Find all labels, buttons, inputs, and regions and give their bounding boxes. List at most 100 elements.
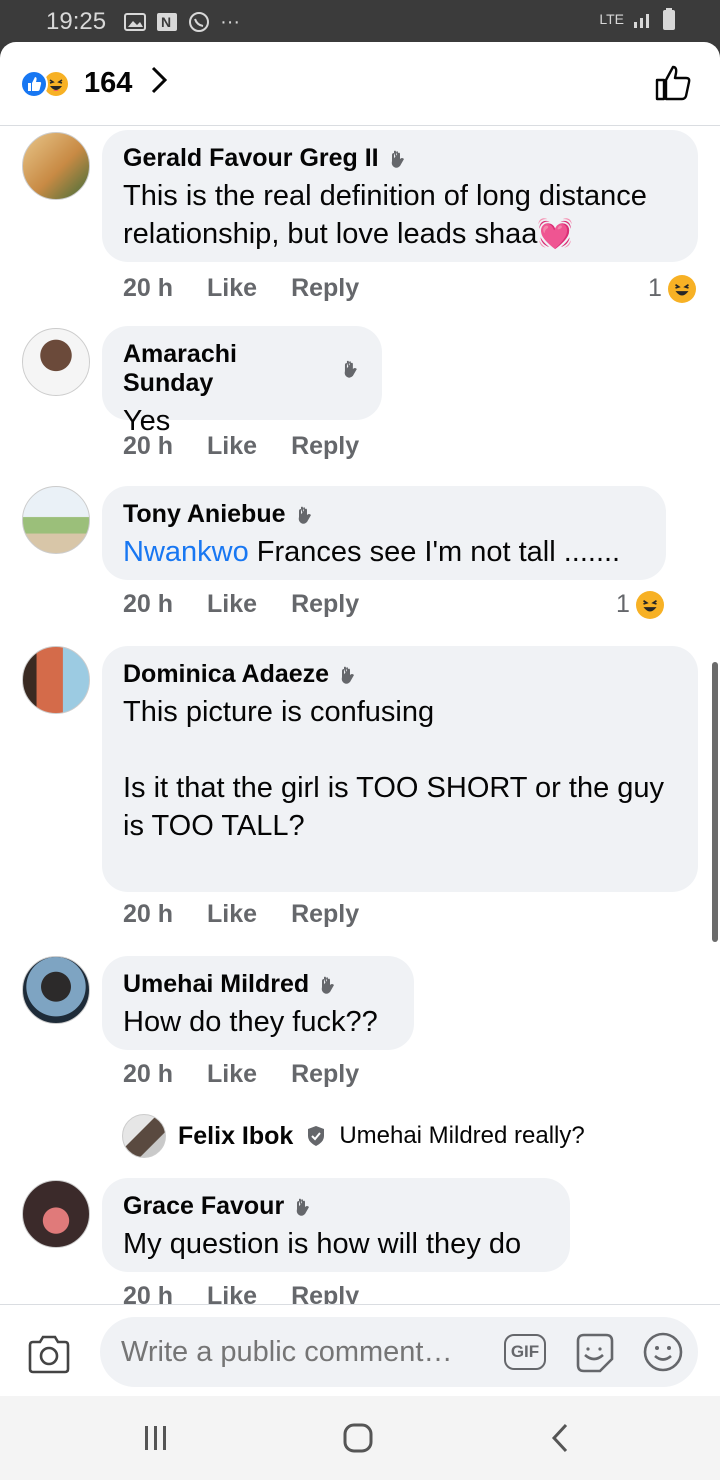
comment-composer: GIF <box>0 1304 720 1396</box>
comment-time[interactable]: 20 h <box>123 432 173 461</box>
fan-badge-icon <box>391 150 404 168</box>
camera-icon[interactable] <box>26 1333 72 1375</box>
comment-author[interactable]: Tony Aniebue <box>123 500 646 529</box>
comment-author[interactable]: Gerald Favour Greg II <box>123 144 678 173</box>
like-button[interactable]: Like <box>207 590 257 619</box>
avatar[interactable] <box>22 486 90 554</box>
comment-author[interactable]: Grace Favour <box>123 1192 550 1221</box>
comment-actions: 20 h Like Reply <box>123 432 359 461</box>
comment-bubble: Umehai Mildred How do they fuck?? <box>102 956 414 1050</box>
author-name[interactable]: Dominica Adaeze <box>123 660 329 689</box>
comment-actions: 20 h Like Reply <box>123 274 359 303</box>
like-button[interactable]: Like <box>207 900 257 929</box>
comment-bubble: Grace Favour My question is how will the… <box>102 1178 570 1272</box>
news-app-icon: N <box>157 13 178 31</box>
comment-text-body: Frances see I'm not tall ....... <box>248 536 621 568</box>
status-bar: 19:25 N ··· LTE <box>0 0 720 44</box>
author-name[interactable]: Umehai Mildred <box>123 970 309 999</box>
author-name[interactable]: Grace Favour <box>123 1192 284 1221</box>
battery-icon <box>663 8 675 30</box>
comment-bubble: Dominica Adaeze This picture is confusin… <box>102 646 698 892</box>
comment-text: My question is how will they do <box>123 1228 522 1260</box>
avatar[interactable] <box>22 1180 90 1248</box>
signal-icon <box>634 14 649 28</box>
comment-actions: 20 h Like Reply <box>123 1282 359 1304</box>
like-button[interactable]: Like <box>207 274 257 303</box>
avatar[interactable] <box>122 1114 166 1158</box>
mention-link[interactable]: Nwankwo <box>123 536 249 568</box>
comment-actions: 20 h Like Reply <box>123 590 359 619</box>
comment-bubble: Amarachi Sunday Yes <box>102 326 382 437</box>
author-name[interactable]: Tony Aniebue <box>123 500 286 529</box>
comment-time[interactable]: 20 h <box>123 590 173 619</box>
avatar[interactable] <box>22 328 90 396</box>
like-button[interactable]: Like <box>207 1282 257 1304</box>
comment-time[interactable]: 20 h <box>123 274 173 303</box>
status-time: 19:25 <box>46 8 107 35</box>
scrollbar[interactable] <box>712 662 718 942</box>
svg-text:N: N <box>161 14 171 30</box>
reply-button[interactable]: Reply <box>291 432 359 461</box>
like-button[interactable]: Like <box>207 1060 257 1089</box>
comment-time[interactable]: 20 h <box>123 1282 173 1304</box>
comment-bubble: Tony Aniebue Nwankwo Frances see I'm not… <box>102 486 666 580</box>
comment-text: Nwankwo Frances see I'm not tall ....... <box>123 533 646 571</box>
comment-reactions[interactable]: 1 <box>648 274 696 303</box>
fan-badge-icon <box>344 360 358 378</box>
like-post-icon[interactable] <box>654 64 692 102</box>
comments-sheet: 164 Gerald Favour Greg II This is the re… <box>0 42 720 1396</box>
comment-author[interactable]: Dominica Adaeze <box>123 660 678 689</box>
whatsapp-icon <box>189 12 210 32</box>
comment-input[interactable] <box>121 1335 481 1369</box>
comments-list: Gerald Favour Greg II This is the real d… <box>0 128 720 1304</box>
author-name[interactable]: Gerald Favour Greg II <box>123 144 379 173</box>
sticker-icon[interactable] <box>572 1331 616 1375</box>
like-reaction-icon <box>20 69 48 98</box>
comment-text: How do they fuck?? <box>123 1006 378 1038</box>
reply-button[interactable]: Reply <box>291 1060 359 1089</box>
author-name[interactable]: Amarachi Sunday <box>123 340 332 398</box>
recent-apps-icon[interactable] <box>138 1422 174 1454</box>
gif-button[interactable]: GIF <box>504 1334 546 1370</box>
comment-author[interactable]: Umehai Mildred <box>123 970 394 999</box>
comment-reaction-count: 1 <box>616 590 630 618</box>
haha-icon <box>635 590 664 619</box>
haha-icon <box>667 274 696 303</box>
comment-time[interactable]: 20 h <box>123 900 173 929</box>
reply-arrow-icon <box>308 1126 325 1146</box>
comment-reactions[interactable]: 1 <box>616 590 664 619</box>
avatar[interactable] <box>22 132 90 200</box>
comment-input-pill[interactable]: GIF <box>100 1317 698 1387</box>
back-icon[interactable] <box>542 1422 578 1454</box>
reply-author[interactable]: Felix Ibok <box>178 1122 293 1151</box>
comment-time[interactable]: 20 h <box>123 1060 173 1089</box>
like-button[interactable]: Like <box>207 432 257 461</box>
reply-button[interactable]: Reply <box>291 1282 359 1304</box>
comment-bubble: Gerald Favour Greg II This is the real d… <box>102 130 698 262</box>
reactions-header: 164 <box>0 42 720 126</box>
comment-actions: 20 h Like Reply <box>123 1060 359 1089</box>
reaction-count[interactable]: 164 <box>84 67 132 100</box>
avatar[interactable] <box>22 956 90 1024</box>
reply-button[interactable]: Reply <box>291 590 359 619</box>
reaction-icons[interactable] <box>20 68 78 100</box>
fan-badge-icon <box>296 1198 310 1216</box>
reply-button[interactable]: Reply <box>291 274 359 303</box>
gallery-icon <box>124 13 147 31</box>
emoji-icon[interactable] <box>642 1331 684 1373</box>
comment-reaction-count: 1 <box>648 274 662 302</box>
system-navigation-bar <box>0 1396 720 1480</box>
home-icon[interactable] <box>340 1422 376 1454</box>
comment-author[interactable]: Amarachi Sunday <box>123 340 362 398</box>
chevron-right-icon[interactable] <box>150 65 168 103</box>
fan-badge-icon <box>341 666 355 684</box>
reply-button[interactable]: Reply <box>291 900 359 929</box>
comment-text: This picture is confusing Is it that the… <box>123 696 665 842</box>
notification-icons: N ··· <box>124 11 240 34</box>
comment-text: This is the real definition of long dist… <box>123 180 655 250</box>
fan-badge-icon <box>298 506 311 524</box>
reply-preview[interactable]: Felix Ibok Umehai Mildred really? <box>122 1114 585 1158</box>
comment-actions: 20 h Like Reply <box>123 900 359 929</box>
avatar[interactable] <box>22 646 90 714</box>
network-type: LTE <box>599 11 624 27</box>
